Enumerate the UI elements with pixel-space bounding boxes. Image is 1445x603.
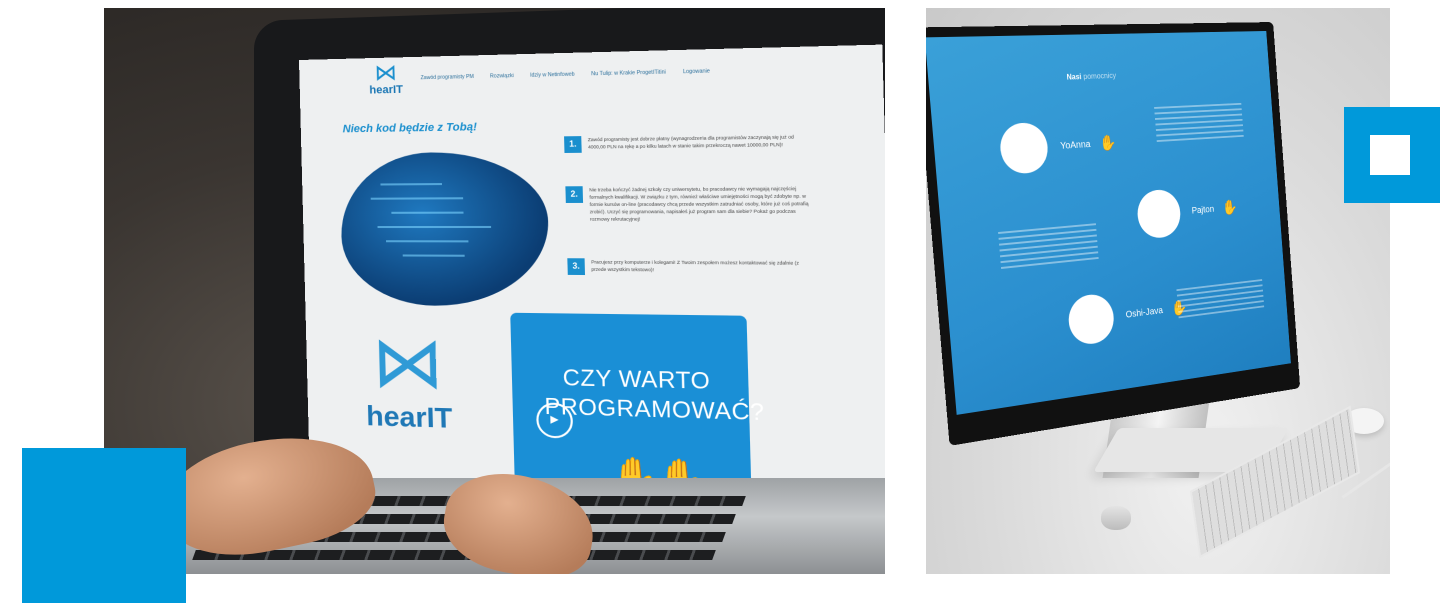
nav-item: Logowanie	[682, 68, 711, 76]
nav-item: Nu Tulip: w Krakie ProgetITitini	[591, 69, 666, 78]
reasons-list: 1. Zawód programisty jest dobrze płatny …	[564, 133, 814, 311]
description-block	[1176, 279, 1265, 321]
description-block	[1154, 102, 1244, 144]
avatar	[1135, 188, 1183, 240]
site-logo: ⋈ hearIT	[355, 59, 417, 97]
helper-item: Oshi-Java ✋	[1066, 284, 1189, 347]
description-block	[998, 223, 1099, 271]
sign-language-hands-icon: ✋	[1221, 199, 1239, 217]
nav-item: Zawód programisty PM	[420, 73, 474, 82]
surface-dial	[1101, 506, 1131, 530]
helper-item: YoAnna ✋	[998, 118, 1118, 175]
laptop-photo: ⋈ hearIT Zawód programisty PM Rozwiązki …	[104, 8, 885, 574]
desktop-photo: Nasi pomocnicy YoAnna ✋ Pajton ✋ Oshi-Ja…	[926, 8, 1390, 574]
site-headline: Niech kod będzie z Tobą!	[342, 121, 478, 136]
nav-item: Idziy w Netinfoweb	[529, 71, 575, 79]
reason-item: 2. Nie trzeba kończyć żadnej szkoły czy …	[565, 185, 811, 223]
laptop-screen: ⋈ hearIT Zawód programisty PM Rozwiązki …	[299, 44, 885, 526]
monitor-screen: Nasi pomocnicy YoAnna ✋ Pajton ✋ Oshi-Ja…	[926, 30, 1291, 415]
helper-item: Pajton ✋	[1135, 184, 1240, 240]
nav-item: Rozwiązki	[489, 72, 514, 80]
code-image	[339, 151, 551, 308]
reason-item: 3. Pracujesz przy komputerze i kolegami!…	[567, 258, 813, 276]
butterfly-icon: ⋈	[374, 59, 398, 86]
decorative-square	[22, 448, 186, 603]
reason-item: 1. Zawód programisty jest dobrze płatny …	[564, 133, 809, 153]
decorative-square-outline	[1344, 107, 1440, 203]
desktop-monitor: Nasi pomocnicy YoAnna ✋ Pajton ✋ Oshi-Ja…	[926, 22, 1301, 446]
avatar	[1066, 292, 1116, 347]
hearit-big-logo: ⋈ hearIT	[346, 322, 472, 436]
avatar	[998, 121, 1050, 175]
site-nav: Zawód programisty PM Rozwiązki Idziy w N…	[421, 68, 726, 81]
sign-language-hands-icon: ✋	[1098, 135, 1118, 153]
butterfly-icon: ⋈	[370, 322, 445, 403]
section-title: Nasi pomocnicy	[1066, 71, 1117, 82]
